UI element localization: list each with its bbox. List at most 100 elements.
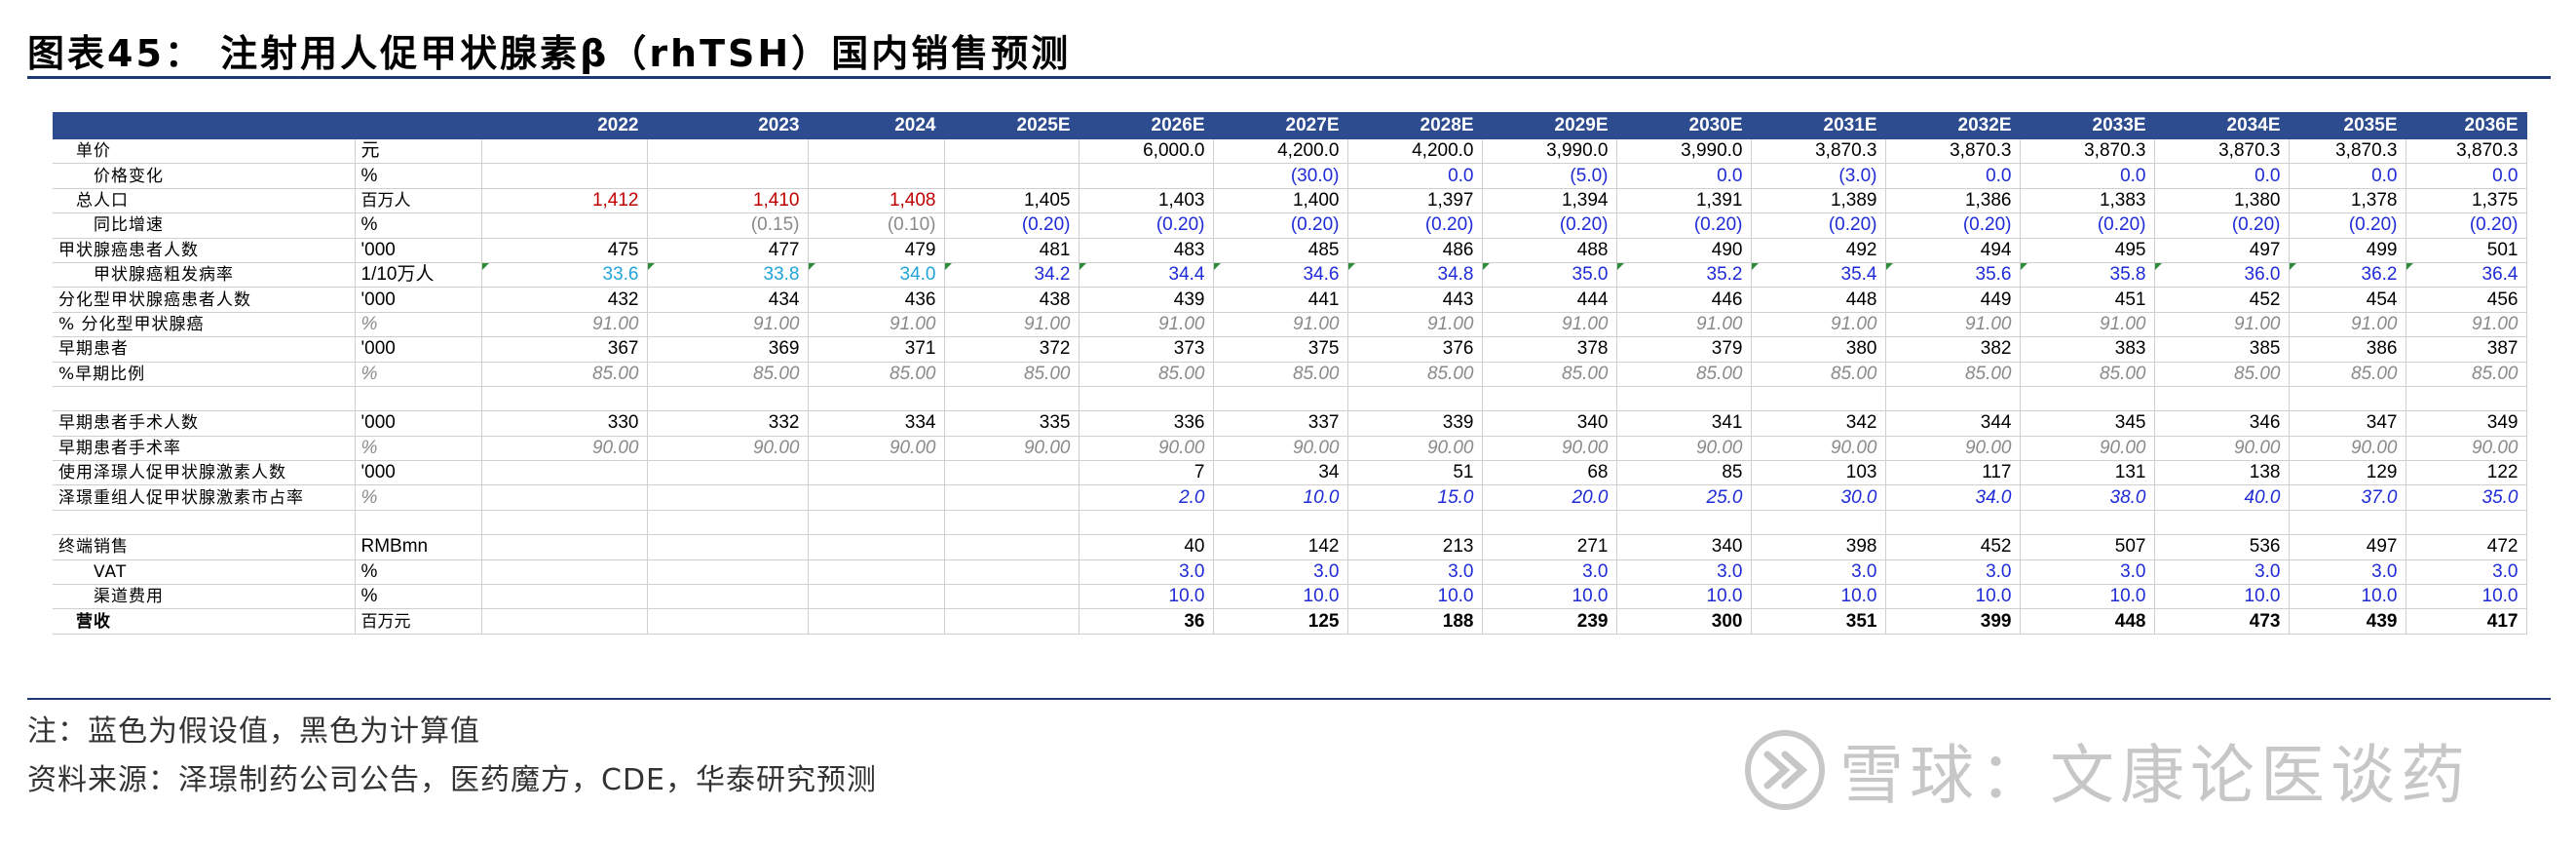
table-cell bbox=[808, 559, 945, 586]
snowball-logo-icon bbox=[1745, 730, 1825, 810]
table-cell: (0.20) bbox=[944, 212, 1080, 239]
table-cell: 90.00 bbox=[808, 436, 945, 462]
table-cell: 536 bbox=[2154, 534, 2290, 560]
table-cell bbox=[481, 163, 648, 189]
table-cell: 1,389 bbox=[1751, 188, 1886, 214]
table-cell bbox=[647, 608, 809, 635]
table-row: VAT% 3.0 3.0 3.0 3.0 3.0 3.0 3.0 3.0 3.0 3.0 3.0 bbox=[53, 559, 2527, 586]
header-year-cell: 2029E bbox=[1482, 112, 1617, 139]
table-cell: 40 bbox=[1079, 534, 1214, 560]
table-cell: 34.8 bbox=[1347, 262, 1483, 289]
table-cell: 85.00 bbox=[1213, 362, 1348, 387]
table-cell: 372 bbox=[944, 336, 1080, 363]
table-cell: 1,408 bbox=[808, 188, 945, 214]
table-cell bbox=[1482, 386, 1617, 412]
table-cell: 1,410 bbox=[647, 188, 809, 214]
table-cell: (0.20) bbox=[1213, 212, 1348, 239]
table-cell: 91.00 bbox=[2020, 312, 2155, 338]
table-cell: 0.0 bbox=[2020, 163, 2155, 189]
note-legend: 注：蓝色为假设值，黑色为计算值 bbox=[27, 714, 480, 749]
table-cell bbox=[944, 460, 1080, 486]
table-cell: 35.8 bbox=[2020, 262, 2155, 289]
table-cell: 85.00 bbox=[481, 362, 648, 387]
table-cell: 483 bbox=[1079, 238, 1214, 263]
row-unit: 百万元 bbox=[355, 608, 482, 635]
table-cell: 340 bbox=[1482, 410, 1617, 437]
table-cell: 91.00 bbox=[1616, 312, 1752, 338]
table-cell: (0.20) bbox=[1079, 212, 1214, 239]
row-unit: % bbox=[355, 484, 482, 511]
table-cell: 0.0 bbox=[2154, 163, 2290, 189]
table-row bbox=[53, 510, 2527, 536]
row-unit: RMBmn bbox=[355, 534, 482, 560]
table-cell bbox=[1751, 510, 1886, 536]
table-cell: 1,412 bbox=[481, 188, 648, 214]
table-cell: 3.0 bbox=[2154, 559, 2290, 586]
table-cell: 85.00 bbox=[1347, 362, 1483, 387]
row-unit: % bbox=[355, 362, 482, 387]
table-cell: 6,000.0 bbox=[1079, 139, 1214, 165]
row-label: 甲状腺癌粗发病率 bbox=[53, 262, 356, 289]
table-cell bbox=[808, 460, 945, 486]
table-cell bbox=[808, 510, 945, 536]
table-cell: 477 bbox=[647, 238, 809, 263]
table-cell: 91.00 bbox=[944, 312, 1080, 338]
table-cell: 10.0 bbox=[2289, 584, 2406, 610]
table-cell: 90.00 bbox=[647, 436, 809, 462]
table-cell: 473 bbox=[2154, 608, 2290, 635]
row-label: 营收 bbox=[53, 608, 356, 635]
table-cell: 85.00 bbox=[2020, 362, 2155, 387]
table-cell: 34.0 bbox=[808, 262, 945, 289]
table-cell: 90.00 bbox=[2406, 436, 2527, 462]
header-year-cell: 2033E bbox=[2020, 112, 2155, 139]
table-row: 泽璟重组人促甲状腺激素市占率% 2.0 10.0 15.0 20.0 25.0 30.0 34… bbox=[53, 484, 2527, 511]
table-cell: 38.0 bbox=[2020, 484, 2155, 511]
table-cell: 10.0 bbox=[1482, 584, 1617, 610]
table-cell bbox=[1347, 386, 1483, 412]
row-label bbox=[53, 510, 356, 536]
table-cell: (3.0) bbox=[1751, 163, 1886, 189]
header-year-cell: 2027E bbox=[1213, 112, 1348, 139]
table-cell bbox=[481, 460, 648, 486]
table-cell: 335 bbox=[944, 410, 1080, 437]
table-cell: (0.10) bbox=[808, 212, 945, 239]
table-cell: 485 bbox=[1213, 238, 1348, 263]
table-cell bbox=[2020, 510, 2155, 536]
table-cell: 434 bbox=[647, 287, 809, 313]
table-cell: 3.0 bbox=[2406, 559, 2527, 586]
table-cell: 4,200.0 bbox=[1213, 139, 1348, 165]
row-label: 单价 bbox=[53, 139, 356, 165]
table-cell: (30.0) bbox=[1213, 163, 1348, 189]
table-cell: 125 bbox=[1213, 608, 1348, 635]
table-cell: 0.0 bbox=[1885, 163, 2021, 189]
table-cell: 85.00 bbox=[2406, 362, 2527, 387]
table-cell: 497 bbox=[2154, 238, 2290, 263]
table-cell: 188 bbox=[1347, 608, 1483, 635]
table-row: 使用泽璟人促甲状腺激素人数 '000 7 34 51 68 85 103 117 131 138 12… bbox=[53, 460, 2527, 486]
row-unit: '000 bbox=[355, 287, 482, 313]
table-cell: 475 bbox=[481, 238, 648, 263]
row-label: 同比增速 bbox=[53, 212, 356, 239]
table-cell: 3.0 bbox=[1885, 559, 2021, 586]
table-cell: 85.00 bbox=[944, 362, 1080, 387]
table-cell bbox=[808, 163, 945, 189]
table-cell: 91.00 bbox=[1482, 312, 1617, 338]
table-cell: 456 bbox=[2406, 287, 2527, 313]
table-cell: 90.00 bbox=[2154, 436, 2290, 462]
table-cell: (0.20) bbox=[2289, 212, 2406, 239]
table-cell: 1,405 bbox=[944, 188, 1080, 214]
table-cell bbox=[2154, 386, 2290, 412]
header-year-cell: 2028E bbox=[1347, 112, 1483, 139]
table-cell: 91.00 bbox=[2289, 312, 2406, 338]
table-cell: (5.0) bbox=[1482, 163, 1617, 189]
table-cell bbox=[2154, 510, 2290, 536]
table-cell: 369 bbox=[647, 336, 809, 363]
row-label: VAT bbox=[53, 559, 356, 586]
header-year-cell: 2034E bbox=[2154, 112, 2290, 139]
table-cell: 85.00 bbox=[1079, 362, 1214, 387]
table-cell: 351 bbox=[1751, 608, 1886, 635]
table-cell: 346 bbox=[2154, 410, 2290, 437]
header-year-cell: 2025E bbox=[944, 112, 1080, 139]
table-cell: 36.0 bbox=[2154, 262, 2290, 289]
row-unit bbox=[355, 510, 482, 536]
